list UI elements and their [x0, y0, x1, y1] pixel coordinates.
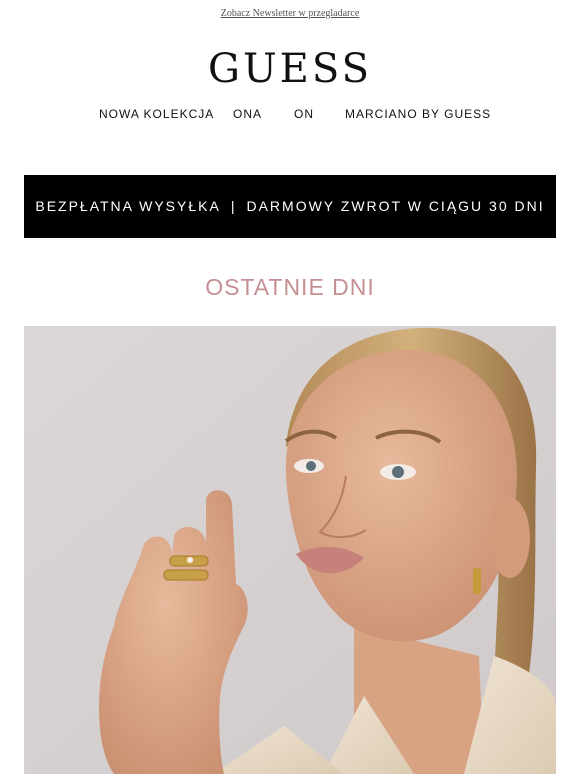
- view-in-browser-bar: Zobacz Newsletter w przegladarce: [0, 3, 580, 21]
- main-nav: NOWA KOLEKCJA ONA ON MARCIANO BY GUESS: [0, 106, 580, 122]
- shipping-banner[interactable]: BEZPŁATNA WYSYŁKA | DARMOWY ZWROT W CIĄGU …: [24, 175, 556, 238]
- guess-logo[interactable]: GUESS: [0, 42, 580, 96]
- banner-separator: |: [230, 198, 237, 214]
- free-returns-text: DARMOWY ZWROT W CIĄGU 30 DNI: [246, 198, 545, 214]
- view-in-browser-link[interactable]: Zobacz Newsletter w przegladarce: [221, 8, 360, 19]
- model-with-rings-illustration: [24, 326, 556, 774]
- nav-item-nowa-kolekcja[interactable]: NOWA KOLEKCJA: [99, 106, 214, 122]
- free-shipping-text: BEZPŁATNA WYSYŁKA: [35, 198, 221, 214]
- nav-item-ona[interactable]: ONA: [233, 106, 262, 122]
- nav-item-on[interactable]: ON: [294, 106, 314, 122]
- campaign-headline: OSTATNIE DNI: [205, 274, 375, 300]
- nav-item-marciano[interactable]: MARCIANO BY GUESS: [345, 106, 491, 122]
- hero-image[interactable]: [24, 326, 556, 774]
